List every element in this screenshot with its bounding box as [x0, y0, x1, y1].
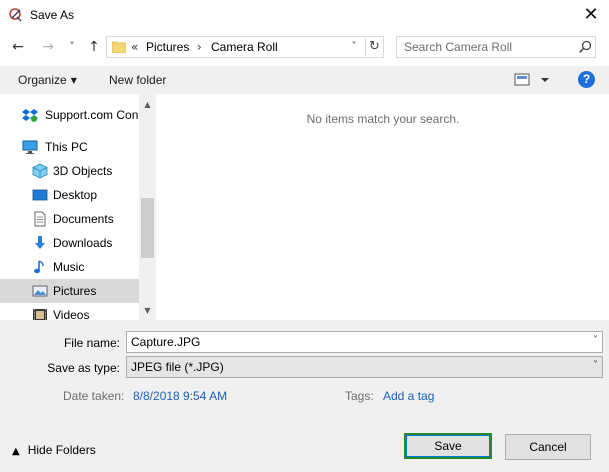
- chevron-down-icon[interactable]: ˅: [593, 335, 598, 346]
- file-name-field[interactable]: Capture.JPG ˅: [126, 331, 603, 353]
- nav-item-downloads[interactable]: Downloads: [0, 231, 139, 255]
- nav-item-pictures[interactable]: Pictures: [0, 279, 139, 303]
- help-button[interactable]: ?: [578, 71, 595, 88]
- cube-icon: [32, 163, 48, 179]
- chevron-down-icon: ▼: [70, 76, 77, 85]
- nav-label: Documents: [53, 212, 114, 226]
- nav-label: Videos: [53, 308, 90, 320]
- forward-button[interactable]: →: [38, 37, 58, 57]
- chevron-up-icon: ▲: [12, 446, 20, 457]
- chevron-down-icon[interactable]: ˅: [593, 360, 598, 371]
- save-as-type-value: JPEG file (*.JPG): [131, 360, 224, 374]
- app-icon: [9, 8, 22, 22]
- address-dropdown-button[interactable]: ˅: [347, 39, 361, 55]
- save-as-type-label: Save as type:: [47, 361, 120, 375]
- download-arrow-icon: [35, 236, 45, 249]
- music-note-icon: [34, 260, 44, 274]
- dropbox-icon: [22, 109, 38, 122]
- breadcrumb-separator[interactable]: ›: [197, 40, 202, 54]
- change-view-button[interactable]: [514, 72, 550, 88]
- scroll-down-arrow[interactable]: ▼: [139, 304, 156, 318]
- nav-label: Pictures: [53, 284, 97, 298]
- cancel-button[interactable]: Cancel: [505, 434, 591, 460]
- command-toolbar: Organize ▼ New folder ?: [0, 66, 609, 94]
- nav-label: Downloads: [53, 236, 113, 250]
- computer-icon: [22, 140, 38, 154]
- nav-item-3d-objects[interactable]: 3D Objects: [0, 159, 139, 183]
- save-button[interactable]: Save: [404, 433, 492, 459]
- file-name-value: Capture.JPG: [131, 335, 201, 349]
- close-button[interactable]: ✕: [578, 3, 604, 27]
- organize-label: Organize: [18, 73, 67, 87]
- file-name-label: File name:: [63, 336, 120, 350]
- nav-label: This PC: [45, 140, 88, 154]
- add-tag-link[interactable]: Add a tag: [383, 389, 434, 403]
- title-bar: Save As ✕: [0, 0, 609, 30]
- document-icon: [34, 211, 46, 227]
- pictures-icon: [32, 285, 48, 297]
- navigation-scrollbar[interactable]: ▲ ▼: [139, 94, 156, 320]
- hide-folders-label: Hide Folders: [27, 443, 96, 457]
- new-folder-button[interactable]: New folder: [109, 73, 166, 87]
- organize-menu[interactable]: Organize ▼: [18, 73, 77, 87]
- address-overflow[interactable]: «: [131, 40, 138, 54]
- desktop-icon: [32, 189, 48, 201]
- search-box[interactable]: [396, 36, 596, 58]
- hide-folders-button[interactable]: ▲ Hide Folders: [12, 443, 96, 457]
- nav-item-music[interactable]: Music: [0, 255, 139, 279]
- empty-message: No items match your search.: [306, 112, 460, 126]
- nav-label: Music: [53, 260, 85, 274]
- nav-label: Support.com Con: [45, 108, 139, 122]
- film-icon: [33, 309, 47, 320]
- nav-item-support-com[interactable]: Support.com Con: [0, 103, 139, 127]
- address-bar[interactable]: « Pictures › Camera Roll ˅ ↻: [106, 36, 384, 58]
- search-input[interactable]: [397, 37, 575, 57]
- nav-item-videos[interactable]: Videos: [0, 303, 139, 320]
- breadcrumb-pictures[interactable]: Pictures: [146, 40, 189, 54]
- save-as-type-select[interactable]: JPEG file (*.JPG) ˅: [126, 356, 603, 378]
- nav-label: 3D Objects: [53, 164, 113, 178]
- refresh-button[interactable]: ↻: [365, 38, 383, 56]
- back-button[interactable]: ←: [8, 37, 28, 57]
- search-icon[interactable]: [577, 39, 593, 55]
- date-taken-value[interactable]: 8/8/2018 9:54 AM: [133, 389, 227, 403]
- window-title: Save As: [30, 8, 75, 22]
- breadcrumb-camera-roll[interactable]: Camera Roll: [211, 40, 278, 54]
- date-taken-label: Date taken:: [63, 389, 125, 403]
- save-form: File name: Capture.JPG ˅ Save as type: J…: [0, 320, 609, 472]
- nav-item-desktop[interactable]: Desktop: [0, 183, 139, 207]
- folder-icon: [112, 41, 126, 53]
- nav-label: Desktop: [53, 188, 98, 202]
- scroll-up-arrow[interactable]: ▲: [139, 98, 156, 112]
- tags-label: Tags:: [345, 389, 374, 403]
- navigation-pane: Support.com Con This PC 3D Objects Deskt…: [0, 94, 156, 320]
- file-list-area[interactable]: No items match your search.: [157, 94, 609, 320]
- recent-locations-button[interactable]: ˅: [62, 37, 82, 57]
- scrollbar-thumb[interactable]: [141, 198, 154, 258]
- nav-item-documents[interactable]: Documents: [0, 207, 139, 231]
- nav-item-this-pc[interactable]: This PC: [0, 135, 139, 159]
- up-folder-button[interactable]: ↑: [84, 37, 104, 57]
